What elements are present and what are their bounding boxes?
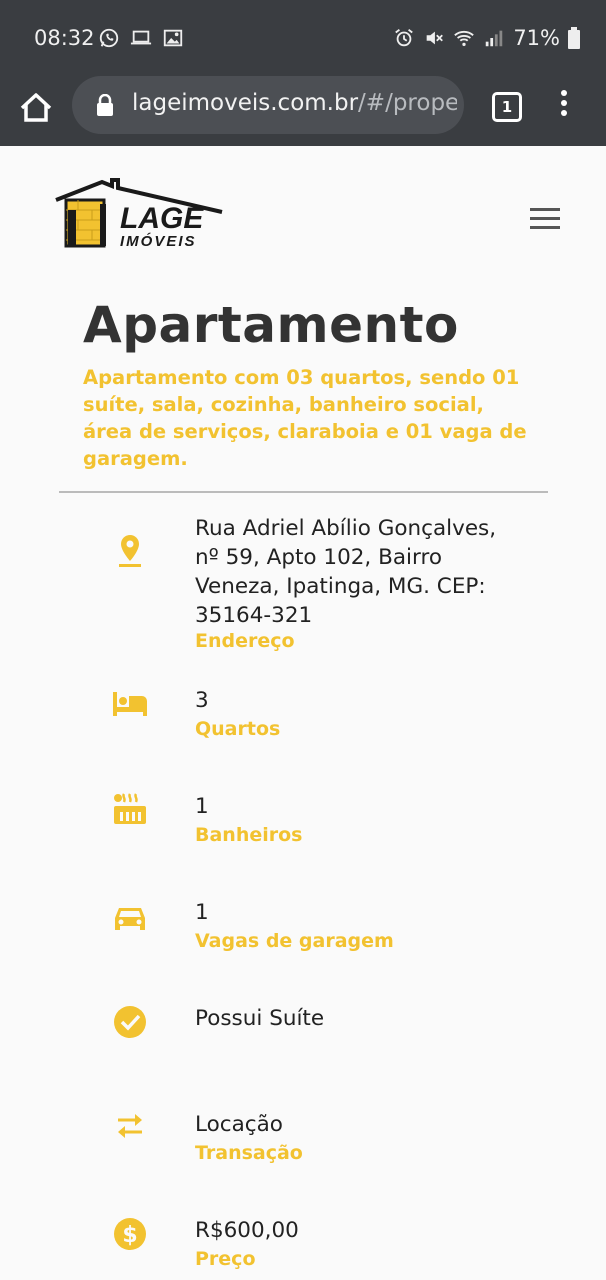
battery-icon [568, 27, 580, 49]
status-notification-icons [98, 27, 184, 49]
svg-text:$: $ [122, 1223, 137, 1248]
status-bar: 08:32 71% [0, 0, 606, 76]
location-pin-icon [119, 535, 141, 567]
bed-icon [113, 692, 147, 716]
image-icon [163, 29, 183, 47]
status-right-icons: 71% [393, 26, 580, 50]
detail-value: Locação [195, 1112, 283, 1137]
detail-value: Rua Adriel Abílio Gonçalves, nº 59, Apto… [195, 516, 497, 628]
detail-value: Possui Suíte [195, 1006, 325, 1031]
detail-label: Endereço [195, 630, 295, 652]
nav-menu-icon[interactable] [530, 208, 560, 230]
url-path: /#/propert [358, 90, 457, 116]
lock-icon [97, 94, 113, 116]
signal-icon [486, 30, 503, 47]
logo-word-bottom: IMÓVEIS [120, 232, 197, 250]
detail-value: 1 [195, 794, 209, 819]
divider [59, 491, 548, 493]
lage-imoveis-logo[interactable]: LAGE IMÓVEIS [54, 178, 226, 250]
detail-label: Preço [195, 1248, 256, 1270]
mute-icon [426, 31, 444, 45]
property-title: Apartamento [83, 296, 459, 354]
browser-toolbar: lageimoveis.com.br/#/propert 1 [0, 76, 606, 146]
logo-word-top: LAGE [120, 202, 204, 235]
whatsapp-icon [99, 28, 119, 48]
detail-value: 3 [195, 688, 209, 713]
home-icon[interactable] [18, 90, 54, 126]
url-text[interactable]: lageimoveis.com.br/#/propert [132, 90, 457, 116]
alarm-icon [395, 29, 414, 47]
url-domain: lageimoveis.com.br [132, 90, 359, 116]
status-time: 08:32 [34, 26, 95, 50]
laptop-icon [130, 30, 152, 45]
dollar-circle-icon: $ [114, 1218, 146, 1250]
car-icon [115, 908, 145, 930]
detail-label: Vagas de garagem [195, 930, 394, 952]
detail-value: 1 [195, 900, 209, 925]
detail-label: Transação [195, 1142, 303, 1164]
tab-switcher-button[interactable]: 1 [492, 92, 522, 122]
detail-value: R$600,00 [195, 1218, 299, 1243]
property-description: Apartamento com 03 quartos, sendo 01 suí… [83, 366, 527, 470]
check-circle-icon [114, 1006, 146, 1038]
hot-tub-icon [114, 793, 146, 824]
detail-label: Quartos [195, 718, 281, 740]
url-bar[interactable]: lageimoveis.com.br/#/propert [72, 76, 464, 134]
swap-arrows-icon [118, 1114, 142, 1138]
wifi-icon [454, 30, 475, 47]
browser-menu-icon[interactable] [558, 90, 570, 122]
battery-percent: 71% [513, 26, 560, 50]
detail-label: Banheiros [195, 824, 303, 846]
